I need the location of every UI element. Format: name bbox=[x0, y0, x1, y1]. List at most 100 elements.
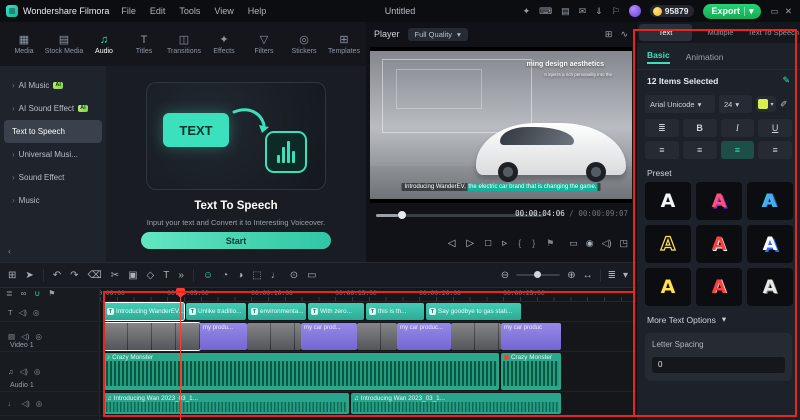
audio-clip[interactable]: Crazy Monster bbox=[501, 353, 561, 390]
underline-button[interactable]: U bbox=[758, 119, 792, 137]
tab-stickers[interactable]: ◎ Stickers bbox=[284, 34, 324, 55]
eyedropper-icon[interactable]: ✐ bbox=[780, 99, 788, 110]
text-tool-icon[interactable]: T bbox=[163, 270, 169, 281]
menu-edit[interactable]: Edit bbox=[150, 6, 166, 16]
redo-icon[interactable]: ↷ bbox=[70, 270, 78, 281]
toggle-visibility-icon[interactable]: ◎ bbox=[34, 367, 41, 376]
text-preset-tile[interactable]: A bbox=[645, 182, 691, 220]
previous-frame-button[interactable]: ◁ bbox=[448, 238, 456, 249]
align-left-button[interactable]: ≡ bbox=[645, 141, 679, 159]
align-justify-button[interactable]: ≡ bbox=[758, 141, 792, 159]
video-clip[interactable] bbox=[247, 323, 301, 350]
text-preset-tile[interactable]: A bbox=[747, 225, 793, 263]
menu-tools[interactable]: Tools bbox=[179, 6, 200, 16]
font-size-dropdown[interactable]: 24 ▾ bbox=[719, 95, 752, 113]
record-voiceover-icon[interactable]: ♩ bbox=[271, 270, 281, 281]
menu-file[interactable]: File bbox=[121, 6, 136, 16]
text-preset-tile[interactable]: A bbox=[645, 268, 691, 306]
layout-icon[interactable]: ▤ bbox=[561, 6, 570, 17]
screen-record-icon[interactable]: ⊙ bbox=[290, 270, 298, 281]
tab-text-to-speech[interactable]: Text To Speech bbox=[747, 22, 800, 43]
scopes-icon[interactable]: ∿ bbox=[620, 29, 628, 40]
toggle-visibility-icon[interactable]: ◎ bbox=[33, 308, 40, 317]
link-clips-icon[interactable]: ∞ bbox=[21, 289, 27, 298]
display-mode-icon[interactable]: ▭ bbox=[569, 238, 578, 249]
volume-icon[interactable]: ◁) bbox=[602, 238, 612, 249]
start-button[interactable]: Start bbox=[141, 232, 331, 249]
mute-track-icon[interactable]: ◁) bbox=[20, 367, 28, 376]
feedback-icon[interactable]: ✉ bbox=[579, 6, 587, 17]
delete-icon[interactable]: ⌫ bbox=[88, 270, 102, 281]
toggle-visibility-icon[interactable]: ◎ bbox=[35, 332, 42, 341]
sidebar-item-universal-music[interactable]: › Universal Musi... bbox=[4, 143, 102, 166]
chroma-key-icon[interactable]: ⬚ bbox=[252, 270, 261, 281]
voiceover-clip[interactable]: ♫ Introducing Wan 2023_03_1... bbox=[351, 393, 561, 414]
manage-tracks-icon[interactable]: ≣ bbox=[6, 289, 13, 298]
mask-icon[interactable]: ◑ bbox=[237, 270, 243, 281]
next-frame-button[interactable]: ▹ bbox=[502, 238, 507, 249]
text-preset-tile[interactable]: A bbox=[645, 225, 691, 263]
keyframe-icon[interactable]: ◇ bbox=[147, 270, 155, 281]
ai-portrait-icon[interactable]: ☺ bbox=[203, 270, 213, 281]
video-clip[interactable]: my produ... bbox=[200, 323, 247, 350]
timeline-text-clip[interactable]: T this is th... bbox=[366, 303, 424, 320]
mute-track-icon[interactable]: ◁) bbox=[19, 308, 27, 317]
tab-text[interactable]: Text bbox=[639, 24, 692, 41]
tab-templates[interactable]: ⊞ Templates bbox=[324, 34, 364, 55]
track-manager-icon[interactable]: ≣ bbox=[608, 270, 616, 281]
render-preview-icon[interactable]: ▭ bbox=[307, 270, 316, 281]
text-style-button[interactable]: ≣ bbox=[645, 119, 679, 137]
text-preset-tile[interactable]: A bbox=[747, 268, 793, 306]
keyboard-icon[interactable]: ⌨ bbox=[539, 6, 552, 17]
zoom-out-icon[interactable]: ⊖ bbox=[501, 270, 509, 281]
mute-track-icon[interactable]: ◁) bbox=[21, 332, 29, 341]
fit-timeline-icon[interactable]: ↔ bbox=[583, 270, 593, 281]
gift-icon[interactable]: ✦ bbox=[523, 6, 531, 17]
tab-effects[interactable]: ✦ Effects bbox=[204, 34, 244, 55]
mark-out-button[interactable]: } bbox=[532, 238, 535, 248]
edit-pen-icon[interactable]: ✎ bbox=[782, 75, 790, 86]
video-clip[interactable]: my car prod... bbox=[301, 323, 357, 350]
zoom-in-icon[interactable]: ⊕ bbox=[567, 270, 575, 281]
quality-dropdown[interactable]: Full Quality ▾ bbox=[407, 27, 468, 41]
sidebar-item-sound-effect[interactable]: › Sound Effect bbox=[4, 166, 102, 189]
export-dropdown-icon[interactable]: ▾ bbox=[749, 6, 754, 17]
bold-button[interactable]: B bbox=[682, 119, 717, 137]
speed-ramping-icon[interactable]: ◔ bbox=[222, 270, 228, 281]
panel-collapse-icon[interactable]: ▾ bbox=[623, 270, 628, 281]
subtab-animation[interactable]: Animation bbox=[686, 52, 724, 62]
audio-clip[interactable]: ♪ Crazy Monster bbox=[104, 353, 499, 390]
points-badge[interactable]: 95879 bbox=[649, 5, 695, 17]
snapshot-icon[interactable]: ◉ bbox=[586, 238, 594, 249]
toggle-visibility-icon[interactable]: ◎ bbox=[36, 399, 43, 408]
avatar[interactable] bbox=[628, 5, 641, 17]
play-button[interactable]: ▷ bbox=[466, 238, 474, 249]
timeline-text-clip[interactable]: T Introducing WanderEV... bbox=[104, 303, 184, 320]
text-preset-tile[interactable]: A bbox=[747, 182, 793, 220]
sidebar-item-ai-sound-effect[interactable]: › AI Sound Effect AI bbox=[4, 97, 102, 120]
more-text-options[interactable]: More Text Options ▾ bbox=[637, 306, 800, 329]
sidebar-item-ai-music[interactable]: › AI Music AI bbox=[4, 74, 102, 97]
tab-stock-media[interactable]: ▤ Stock Media bbox=[44, 34, 84, 55]
collapse-panel-icon[interactable]: ‹ bbox=[8, 246, 11, 256]
export-button[interactable]: Export ▾ bbox=[703, 3, 762, 19]
voiceover-clip[interactable]: ♫ Introducing Wan 2023_03_1... bbox=[104, 393, 349, 414]
sidebar-item-music[interactable]: › Music bbox=[4, 189, 102, 212]
text-preset-tile[interactable]: A bbox=[696, 268, 742, 306]
tab-audio[interactable]: ♫ Audio bbox=[84, 34, 124, 55]
more-tools-icon[interactable]: » bbox=[178, 270, 184, 281]
text-preset-tile[interactable]: A bbox=[696, 182, 742, 220]
media-browser-icon[interactable]: ⊞ bbox=[8, 270, 16, 281]
seek-handle[interactable] bbox=[397, 211, 406, 219]
timeline-text-clip[interactable]: T Say goodbye to gas stati... bbox=[426, 303, 521, 320]
window-controls[interactable]: ▭ ✕ bbox=[770, 6, 794, 17]
video-clip[interactable] bbox=[357, 323, 397, 350]
preview-stage[interactable]: ming design aesthetics It injects a rich… bbox=[370, 47, 632, 203]
snap-magnet-icon[interactable]: ∪ bbox=[34, 289, 40, 298]
tab-media[interactable]: ▦ Media bbox=[4, 34, 44, 55]
timeline-text-clip[interactable]: T With zero... bbox=[308, 303, 364, 320]
zoom-handle[interactable] bbox=[533, 271, 541, 278]
add-marker-icon[interactable]: ⚑ bbox=[48, 289, 55, 298]
sidebar-item-text-to-speech[interactable]: Text to Speech bbox=[4, 120, 102, 143]
timeline-zoom-slider[interactable] bbox=[516, 271, 561, 279]
